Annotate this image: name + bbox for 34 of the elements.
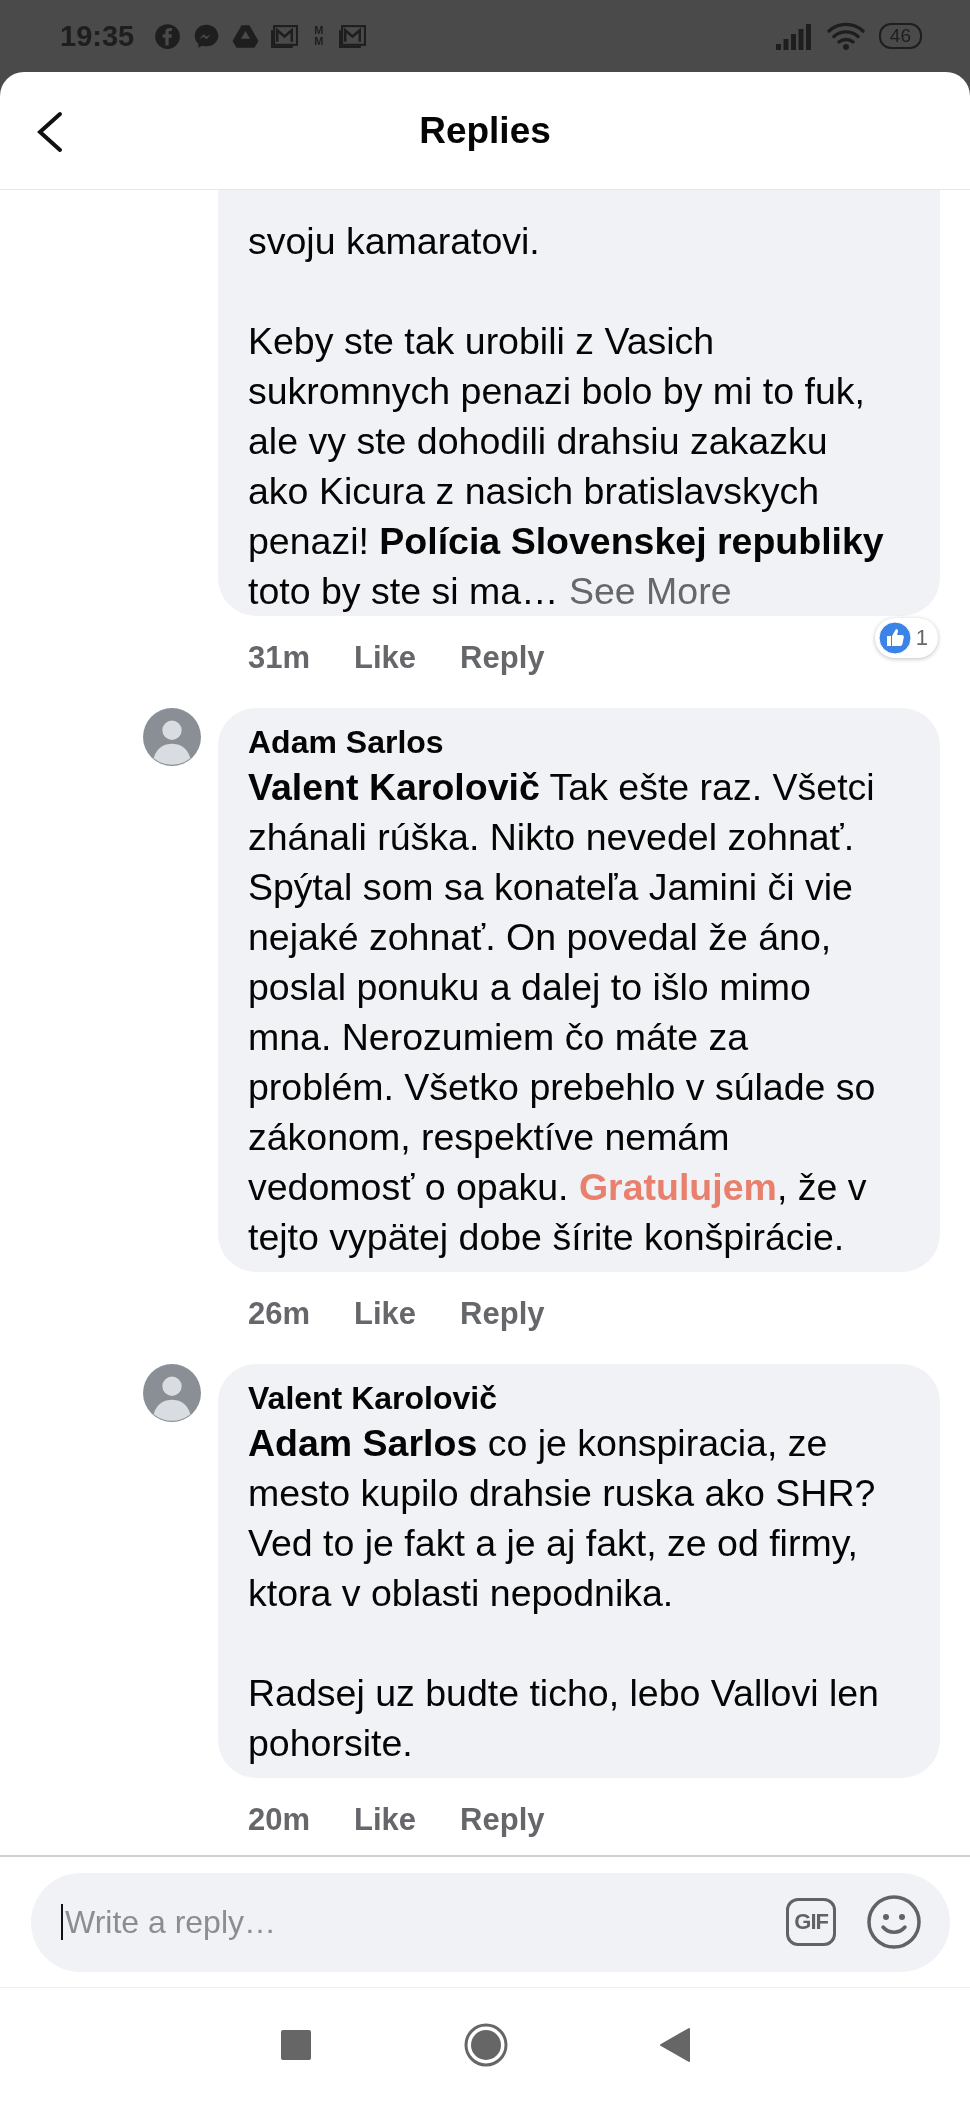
thumbs-up-icon bbox=[877, 621, 912, 655]
comment-time: 26m bbox=[248, 1296, 311, 1332]
comment-time: 20m bbox=[248, 1802, 311, 1838]
like-button[interactable]: Like bbox=[354, 1296, 417, 1332]
reply-button[interactable]: Reply bbox=[460, 1802, 545, 1838]
comment-time: 31m bbox=[248, 640, 311, 676]
reply-button[interactable]: Reply bbox=[460, 640, 545, 676]
mention-link[interactable]: Valent Karolovič bbox=[248, 766, 540, 808]
reply-button[interactable]: Reply bbox=[460, 1296, 545, 1332]
triangle-logo-icon bbox=[232, 22, 260, 50]
mail-icon bbox=[339, 22, 367, 50]
back-nav-button[interactable] bbox=[659, 2027, 691, 2063]
like-button[interactable]: Like bbox=[354, 1802, 417, 1838]
home-button[interactable] bbox=[463, 2022, 509, 2068]
chat-bubble-icon bbox=[193, 22, 221, 50]
gif-button[interactable]: GIF bbox=[786, 1898, 836, 1946]
reaction-badge[interactable]: 1 bbox=[874, 618, 938, 658]
smiley-icon[interactable] bbox=[866, 1894, 922, 1950]
signal-icon bbox=[774, 22, 813, 50]
author-name[interactable]: Valent Karolovič bbox=[248, 1378, 922, 1418]
mail-icon bbox=[271, 22, 299, 50]
comment-text: Adam Sarlos co je konspiracia, ze mesto kupilo drahsie ruska ako SHR? Ved to je fakt a je aj fakt, ze od firmy, ktora v oblasti nepodnika. Radsej uz budte ticho, lebo Vallovi len pohorsite. bbox=[248, 1421, 880, 1766]
round-logo-icon bbox=[154, 22, 182, 50]
author-name[interactable]: Adam Sarlos bbox=[248, 722, 922, 762]
comment-text: svoju kamaratovi. Keby ste tak urobili z Vasich sukromnych penazi bolo by mi to fuk, ale vy ste dohodili drahsiu zakazku ako Kicura z nasich bratislavskych penazi! Polícia Slovenskej republiky toto by ste si ma… See More bbox=[248, 219, 885, 614]
wifi-icon bbox=[826, 21, 865, 51]
page-title: Replies bbox=[419, 109, 551, 152]
mention-link[interactable]: Adam Sarlos bbox=[248, 1422, 478, 1464]
see-more-link[interactable]: See More bbox=[568, 570, 732, 612]
recent-apps-button[interactable] bbox=[279, 2028, 313, 2062]
reply-field[interactable]: Write a reply… GIF bbox=[31, 1872, 950, 1972]
like-button[interactable]: Like bbox=[354, 640, 417, 676]
text-cursor bbox=[61, 1904, 63, 1940]
comment-text: Valent Karolovič Tak ešte raz. Všetci zhánali rúška. Nikto nevedel zohnať. Spýtal som sa konateľa Jamini či vie nejaké zohnať. On povedal že áno, poslal ponuku a dalej to išlo mimo mna. Nerozumiem čo máte za problém. Všetko prebehlo v súlade so zákonom, respektíve nemám vedomosť o opaku. Gratulujem, že v tejto vypätej dobe šírite konšpirácie. bbox=[248, 765, 877, 1260]
